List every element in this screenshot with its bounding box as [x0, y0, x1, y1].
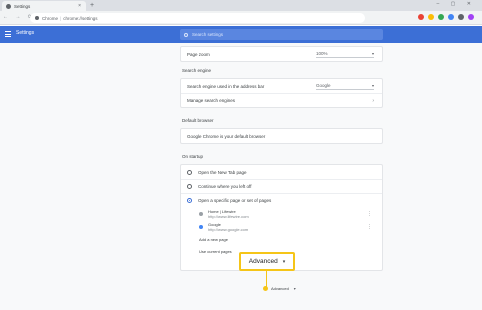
page-zoom-select[interactable]: 100% ▾ — [316, 50, 374, 58]
startup-option-continue[interactable]: Continue where you left off — [181, 179, 382, 193]
radio-button-selected[interactable] — [187, 198, 192, 203]
address-bar[interactable]: Chrome | chrome://settings — [30, 13, 365, 23]
startup-page-item: Google http://www.google.com ⋮ — [181, 220, 382, 233]
startup-option-label: Continue where you left off — [198, 184, 252, 189]
add-new-page-link[interactable]: Add a new page — [181, 233, 382, 245]
page-title: Settings — [16, 30, 35, 36]
extension-icon[interactable] — [418, 14, 424, 20]
callout-leader-line — [266, 271, 267, 287]
window-controls[interactable]: – ▢ ✕ — [437, 1, 476, 7]
page-zoom-value: 100% — [316, 51, 328, 56]
new-tab-button[interactable]: + — [90, 1, 94, 10]
search-engine-select[interactable]: Google ▾ — [316, 82, 374, 90]
extension-icon[interactable] — [438, 14, 444, 20]
use-current-pages-label: Use current pages — [199, 248, 232, 254]
extension-icon[interactable] — [448, 14, 454, 20]
advanced-label: Advanced — [271, 286, 289, 291]
chevron-right-icon: › — [372, 97, 374, 104]
extension-icons — [418, 14, 474, 20]
default-browser-heading: Default browser — [182, 118, 214, 123]
search-engine-value: Google — [316, 83, 331, 88]
appearance-card: Page zoom 100% ▾ — [180, 46, 383, 62]
address-site: Chrome — [42, 15, 59, 21]
settings-header: Settings Search settings — [0, 26, 482, 43]
settings-favicon-icon — [6, 3, 11, 9]
page-zoom-label: Page zoom — [187, 51, 210, 57]
radio-button[interactable] — [187, 184, 192, 189]
search-engine-heading: Search engine — [182, 68, 212, 73]
search-engine-card: Search engine used in the address bar Go… — [180, 78, 383, 108]
advanced-callout-label: Advanced — [248, 258, 278, 265]
add-new-page-label: Add a new page — [199, 236, 228, 242]
search-icon — [184, 32, 188, 37]
startup-page-url: http://www.lifewire.com — [208, 213, 249, 219]
dropdown-caret-icon: ▾ — [371, 51, 374, 56]
more-actions-icon[interactable]: ⋮ — [367, 224, 372, 230]
secure-icon — [35, 16, 39, 20]
startup-page-item: Home | Lifewire http://www.lifewire.com … — [181, 207, 382, 220]
manage-search-engines-row[interactable]: Manage search engines › — [181, 93, 382, 107]
default-browser-card: Google Chrome is your default browser — [180, 128, 383, 144]
startup-option-label: Open a specific page or set of pages — [198, 198, 272, 203]
startup-option-new-tab[interactable]: Open the New Tab page — [181, 165, 382, 179]
address-separator: | — [60, 15, 62, 21]
highlight-dot — [263, 286, 268, 291]
search-placeholder: Search settings — [192, 32, 224, 37]
browser-window: Settings × + – ▢ ✕ ← → ⟳ Chrome | chrome… — [0, 0, 482, 310]
search-settings-input[interactable]: Search settings — [180, 29, 383, 40]
startup-option-label: Open the New Tab page — [198, 169, 247, 175]
search-engine-row: Search engine used in the address bar Go… — [181, 79, 382, 93]
site-favicon-icon — [199, 211, 203, 216]
google-favicon-icon — [199, 224, 203, 229]
advanced-callout: Advanced ▾ — [239, 252, 295, 271]
tab-close-icon[interactable]: × — [78, 3, 81, 9]
chevron-down-icon: ▾ — [282, 258, 286, 265]
search-engine-label: Search engine used in the address bar — [187, 83, 265, 89]
startup-page-url: http://www.google.com — [208, 226, 249, 232]
default-browser-status: Google Chrome is your default browser — [187, 133, 266, 139]
page-zoom-row: Page zoom 100% ▾ — [181, 47, 382, 61]
tab-settings[interactable]: Settings × — [2, 1, 86, 11]
browser-toolbar: ← → ⟳ Chrome | chrome://settings — [0, 11, 482, 25]
more-actions-icon[interactable]: ⋮ — [367, 211, 372, 217]
advanced-toggle-button[interactable]: Advanced ▾ — [263, 286, 296, 291]
hamburger-menu-icon[interactable] — [5, 31, 11, 37]
manage-search-engines-label: Manage search engines — [187, 98, 236, 103]
extension-icon[interactable] — [468, 14, 474, 20]
default-browser-row: Google Chrome is your default browser — [181, 129, 382, 143]
address-path: chrome://settings — [63, 15, 98, 21]
radio-button[interactable] — [187, 169, 192, 175]
tab-title: Settings — [14, 3, 31, 9]
extension-icon[interactable] — [428, 14, 434, 20]
chevron-down-icon: ▾ — [293, 286, 296, 291]
startup-option-specific-pages[interactable]: Open a specific page or set of pages — [181, 193, 382, 207]
dropdown-caret-icon: ▾ — [371, 83, 374, 88]
on-startup-heading: On startup — [182, 154, 204, 159]
extension-icon[interactable] — [458, 14, 464, 20]
tab-strip: Settings × + – ▢ ✕ — [0, 0, 482, 11]
